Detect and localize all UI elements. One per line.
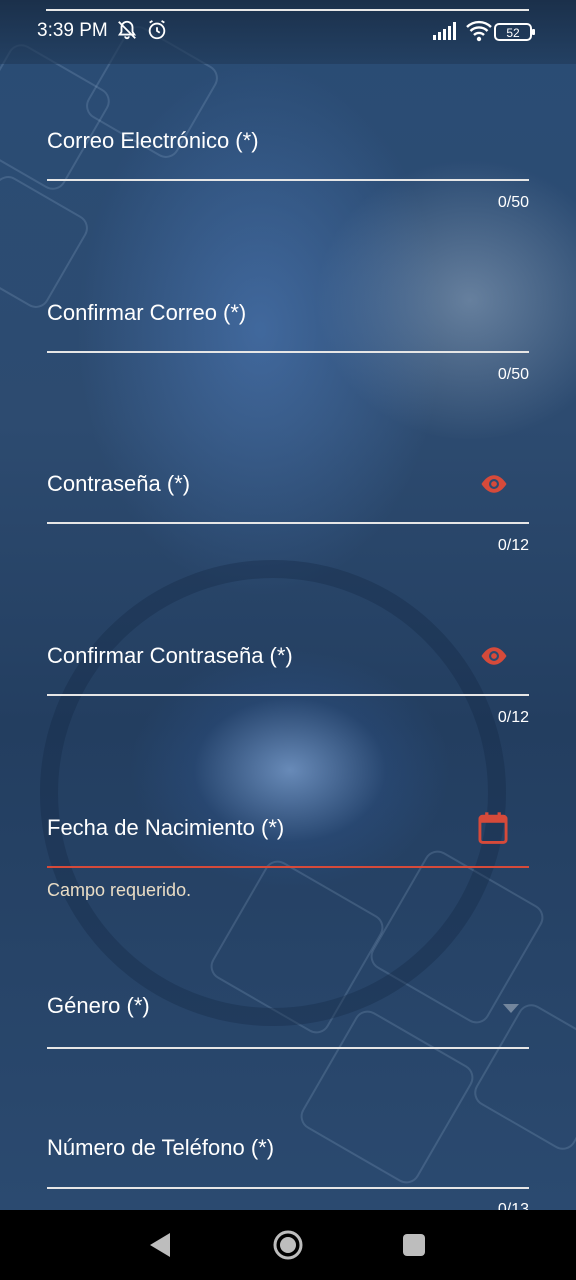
status-time: 3:39 PM — [37, 20, 108, 41]
confirm-email-label: Confirmar Correo (*) — [47, 300, 247, 325]
confirm-email-underline — [47, 351, 529, 353]
email-underline — [47, 179, 529, 181]
gender-underline — [47, 1047, 529, 1049]
confirm-email-counter: 0/50 — [497, 366, 529, 383]
birth-date-field[interactable]: Fecha de Nacimiento (*) — [47, 797, 529, 872]
password-field[interactable]: Contraseña (*) 0/12 — [47, 453, 529, 563]
confirm-password-underline — [47, 694, 529, 696]
password-underline — [47, 522, 529, 524]
birth-date-error: Campo requerido. — [47, 880, 192, 900]
phone-underline — [47, 1187, 529, 1189]
recents-icon[interactable] — [403, 1234, 425, 1261]
eye-icon[interactable] — [477, 469, 511, 504]
navigation-bar — [0, 1210, 576, 1280]
notifications-off-icon — [116, 19, 138, 46]
gender-label: Género (*) — [47, 993, 150, 1018]
gender-select[interactable]: Género (*) — [47, 975, 529, 1055]
email-field[interactable]: Correo Electrónico (*) 0/50 — [47, 110, 529, 220]
confirm-password-label: Confirmar Contraseña (*) — [47, 643, 293, 668]
back-icon[interactable] — [148, 1232, 172, 1263]
calendar-icon[interactable] — [477, 811, 509, 850]
email-counter: 0/50 — [497, 194, 529, 211]
dropdown-arrow-icon[interactable] — [503, 1001, 519, 1019]
confirm-email-field[interactable]: Confirmar Correo (*) 0/50 — [47, 282, 529, 392]
phone-field[interactable]: Número de Teléfono (*) 0/13 — [47, 1118, 529, 1210]
wifi-icon — [466, 20, 492, 47]
home-icon[interactable] — [272, 1229, 304, 1266]
phone-label: Número de Teléfono (*) — [47, 1135, 275, 1160]
password-counter: 0/12 — [497, 537, 529, 554]
eye-icon[interactable] — [477, 641, 511, 676]
confirm-password-counter: 0/12 — [497, 709, 529, 726]
phone-counter: 0/13 — [497, 1201, 529, 1210]
battery-level: 52 — [506, 26, 520, 40]
alarm-icon — [146, 19, 168, 46]
previous-field-underline — [46, 9, 529, 11]
signal-icon — [433, 22, 459, 45]
confirm-password-field[interactable]: Confirmar Contraseña (*) 0/12 — [47, 625, 529, 735]
battery-icon: 52 — [494, 22, 536, 47]
birth-date-label: Fecha de Nacimiento (*) — [47, 815, 285, 840]
birth-date-underline — [47, 866, 529, 868]
password-label: Contraseña (*) — [47, 471, 191, 496]
email-label: Correo Electrónico (*) — [47, 128, 259, 153]
